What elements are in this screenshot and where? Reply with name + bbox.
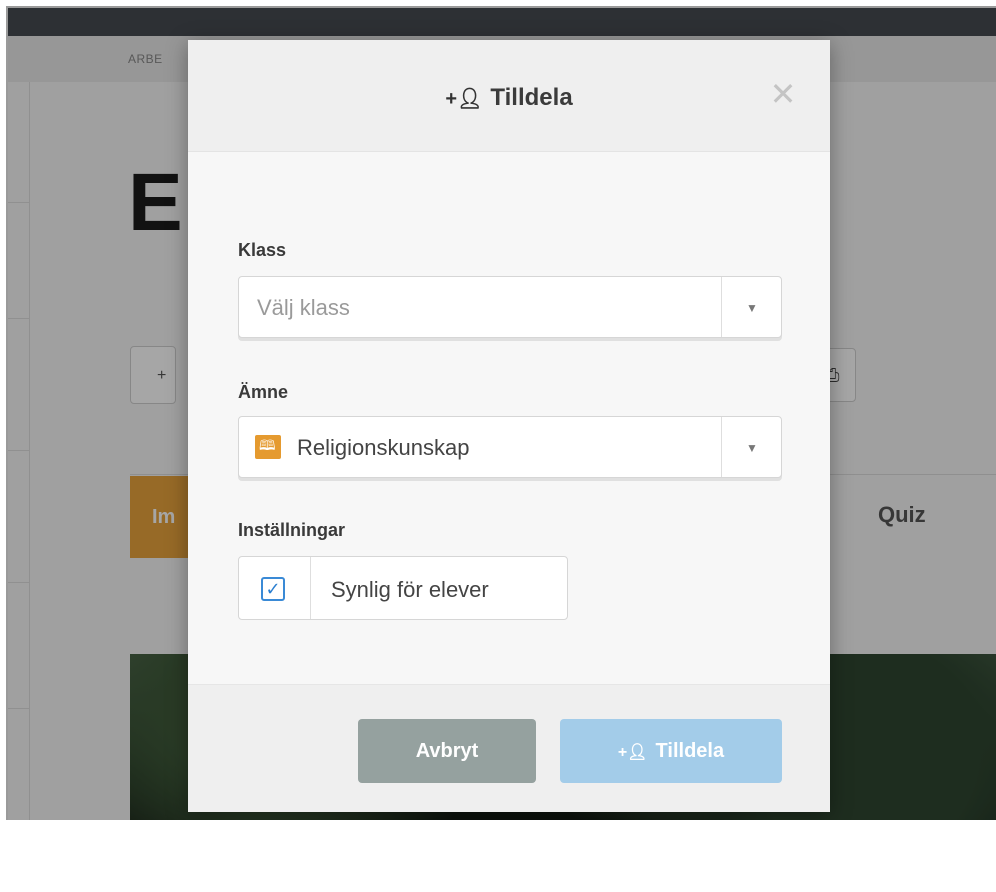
close-icon[interactable]: ✕ [766,78,800,112]
class-select[interactable]: Välj klass ▼ [238,276,782,338]
dialog-header: +👤︎ Tilldela ✕ [188,40,830,152]
book-icon: 🕮︎ [255,435,281,459]
dialog-title: +👤︎ Tilldela [188,84,830,112]
cancel-button[interactable]: Avbryt [358,719,536,783]
visible-for-students-toggle[interactable]: ✓ Synlig för elever [238,556,568,620]
chevron-down-icon: ▼ [746,301,758,315]
user-plus-icon: +👤︎ [617,744,648,761]
class-label: Klass [238,240,287,260]
settings-label: Inställningar [238,520,346,540]
subject-select-value: Religionskunskap [297,435,470,460]
dialog-body: Klass Välj klass ▼ Ämne 🕮︎ Religionskuns… [238,152,782,684]
assign-button[interactable]: +👤︎ Tilldela [560,719,782,783]
visible-checkbox[interactable]: ✓ [261,577,285,601]
user-plus-icon: +👤︎ [445,88,483,110]
subject-select-toggle[interactable]: ▼ [721,417,781,477]
visible-checkbox-label[interactable]: Synlig för elever [331,577,489,603]
app-frame: ARBE E + ⎙ Im Quiz +👤︎ Tilldela ✕ Klass V… [6,6,996,820]
dialog-footer: Avbryt +👤︎ Tilldela [188,684,830,812]
class-select-toggle[interactable]: ▼ [721,277,781,337]
subject-select[interactable]: 🕮︎ Religionskunskap ▼ [238,416,782,478]
dialog-title-text: Tilldela [490,84,573,111]
assign-dialog: +👤︎ Tilldela ✕ Klass Välj klass ▼ Ämne 🕮︎… [188,40,830,812]
checkbox-cell[interactable]: ✓ [239,557,311,619]
class-select-placeholder: Välj klass [257,295,350,320]
checkmark-icon: ✓ [265,579,281,599]
assign-button-label: Tilldela [655,740,725,762]
chevron-down-icon: ▼ [746,441,758,455]
subject-label: Ämne [238,382,289,402]
